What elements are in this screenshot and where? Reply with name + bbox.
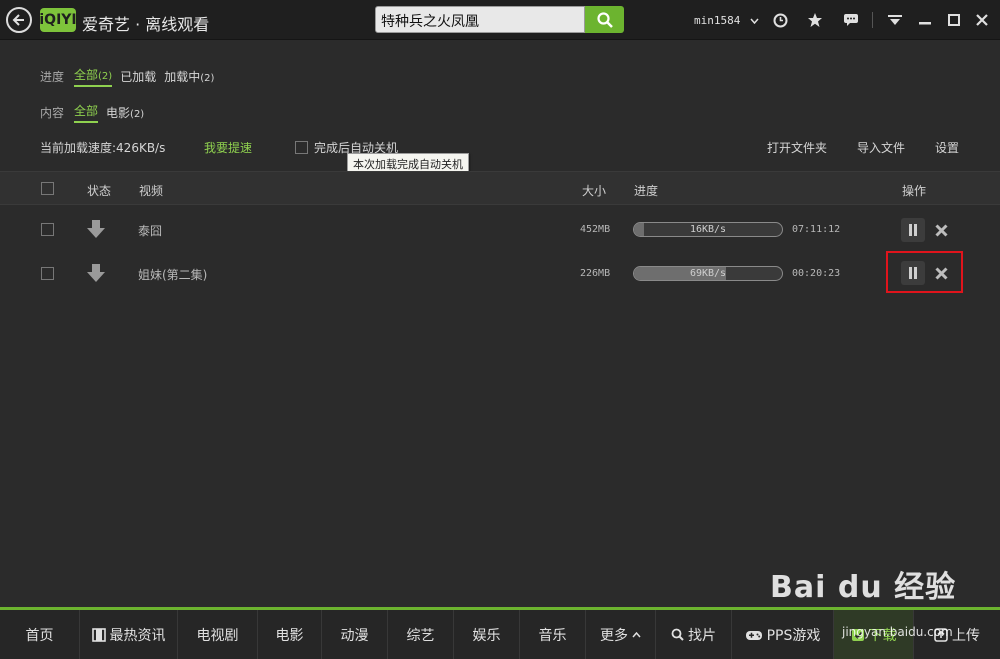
row-checkbox[interactable] xyxy=(41,223,54,236)
title-bar: iQIYI 爱奇艺 · 离线观看 特种兵之火凤凰 min1584 xyxy=(0,0,1000,40)
nav-movie-label: 电影 xyxy=(275,627,304,644)
nav-pps-games[interactable]: PPS游戏 xyxy=(732,610,834,659)
app-title: 爱奇艺 · 离线观看 xyxy=(82,15,210,34)
video-size: 226MB xyxy=(580,268,611,279)
back-icon[interactable] xyxy=(6,7,32,33)
nav-home-label: 首页 xyxy=(25,627,54,644)
maximize-icon[interactable] xyxy=(945,11,963,29)
settings-button[interactable]: 设置 xyxy=(935,139,959,156)
select-all-checkbox[interactable] xyxy=(41,182,54,195)
search-icon xyxy=(596,11,613,28)
chevron-down-icon xyxy=(750,18,759,25)
nav-anime-label: 动漫 xyxy=(340,627,369,644)
row-checkbox[interactable] xyxy=(41,267,54,280)
video-name: 姐妹(第二集) xyxy=(138,268,208,282)
nav-movie[interactable]: 电影 xyxy=(258,610,322,659)
nav-variety-label: 综艺 xyxy=(406,627,435,644)
nav-music[interactable]: 音乐 xyxy=(520,610,586,659)
user-name-label: min1584 xyxy=(694,14,741,27)
nav-tv-label: 电视剧 xyxy=(196,627,239,644)
nav-variety[interactable]: 综艺 xyxy=(388,610,454,659)
nav-hot-news[interactable]: 最热资讯 xyxy=(80,610,178,659)
search-button[interactable] xyxy=(585,6,624,33)
download-speed: 当前加载速度:426KB/s xyxy=(40,141,166,155)
auto-shutdown-checkbox[interactable] xyxy=(295,141,308,154)
search-icon xyxy=(671,628,684,641)
pause-icon xyxy=(909,224,917,236)
import-file-button[interactable]: 导入文件 xyxy=(857,139,905,156)
gamepad-icon xyxy=(745,630,762,640)
content-filter-all[interactable]: 全部 xyxy=(74,102,99,123)
progress-speed: 69KB/s xyxy=(689,268,727,279)
delete-button[interactable] xyxy=(932,221,950,239)
nav-find-label: 找片 xyxy=(688,627,716,644)
progress-bar: 69KB/s xyxy=(633,266,783,281)
filter-loading-label: 加载中 xyxy=(164,70,201,84)
content-filter-movie-label: 电影 xyxy=(106,106,131,120)
close-icon xyxy=(934,223,948,237)
close-icon[interactable] xyxy=(973,11,991,29)
filter-all-label: 全部 xyxy=(74,68,99,82)
iqiyi-logo: iQIYI xyxy=(39,8,77,32)
header-progress: 进度 xyxy=(634,184,659,198)
speed-up-link[interactable]: 我要提速 xyxy=(204,139,252,156)
filter-loading[interactable]: 加载中(2) xyxy=(164,68,214,85)
filter-all[interactable]: 全部(2) xyxy=(74,66,113,87)
open-folder-button[interactable]: 打开文件夹 xyxy=(767,139,827,156)
clock-icon[interactable] xyxy=(771,11,789,29)
header-actions: 操作 xyxy=(902,184,927,198)
user-name[interactable]: min1584 xyxy=(694,14,759,27)
download-arrow-icon xyxy=(86,219,106,242)
video-size: 452MB xyxy=(580,224,611,235)
download-arrow-icon xyxy=(86,263,106,286)
chevron-up-icon xyxy=(632,631,641,637)
filter-loading-count: (2) xyxy=(200,73,215,84)
time-remaining: 00:20:23 xyxy=(792,268,841,279)
highlight-annotation xyxy=(886,251,963,293)
progress-speed: 16KB/s xyxy=(689,224,727,235)
film-icon xyxy=(91,627,106,642)
nav-entertainment-label: 娱乐 xyxy=(472,627,501,644)
time-remaining: 07:11:12 xyxy=(792,224,841,235)
search-input[interactable]: 特种兵之火凤凰 xyxy=(375,6,585,33)
nav-entertainment[interactable]: 娱乐 xyxy=(454,610,520,659)
content-filter-label: 内容 xyxy=(40,106,65,120)
content-filter-movie-count: (2) xyxy=(130,109,145,120)
table-header: 状态 视频 大小 进度 操作 xyxy=(0,171,1000,205)
star-icon[interactable] xyxy=(806,11,824,29)
nav-anime[interactable]: 动漫 xyxy=(322,610,388,659)
nav-home[interactable]: 首页 xyxy=(0,610,80,659)
nav-pps-games-label: PPS游戏 xyxy=(766,627,821,644)
menu-icon[interactable] xyxy=(886,11,904,29)
nav-find[interactable]: 找片 xyxy=(656,610,732,659)
header-status: 状态 xyxy=(87,184,112,198)
progress-filter: 进度 全部(2) 已加载 加载中(2) xyxy=(40,66,214,87)
nav-more[interactable]: 更多 xyxy=(586,610,656,659)
table-row[interactable]: 泰囧 452MB 16KB/s 07:11:12 xyxy=(0,208,1000,252)
table-row[interactable]: 姐妹(第二集) 226MB 69KB/s 00:20:23 xyxy=(0,251,1000,295)
baidu-watermark: Bai du 经验 xyxy=(770,570,957,605)
video-name: 泰囧 xyxy=(138,224,163,238)
nav-tv[interactable]: 电视剧 xyxy=(178,610,258,659)
title-divider xyxy=(872,12,873,28)
progress-bar: 16KB/s xyxy=(633,222,783,237)
nav-music-label: 音乐 xyxy=(538,627,567,644)
progress-filter-label: 进度 xyxy=(40,70,65,84)
message-icon[interactable] xyxy=(842,11,860,29)
filter-loaded[interactable]: 已加载 xyxy=(120,68,156,85)
nav-more-label: 更多 xyxy=(600,627,628,644)
content-filter: 内容 全部 电影(2) xyxy=(40,102,144,123)
header-size: 大小 xyxy=(582,184,607,198)
nav-upload-label: 上传 xyxy=(952,627,980,644)
header-video: 视频 xyxy=(139,184,164,198)
filter-all-count: (2) xyxy=(98,71,113,82)
minimize-icon[interactable] xyxy=(916,11,934,29)
content-filter-movie[interactable]: 电影(2) xyxy=(106,104,144,121)
baidu-watermark-url: jingyan.baidu.com xyxy=(842,625,953,639)
pause-button[interactable] xyxy=(901,218,925,242)
nav-hot-news-label: 最热资讯 xyxy=(109,627,166,644)
